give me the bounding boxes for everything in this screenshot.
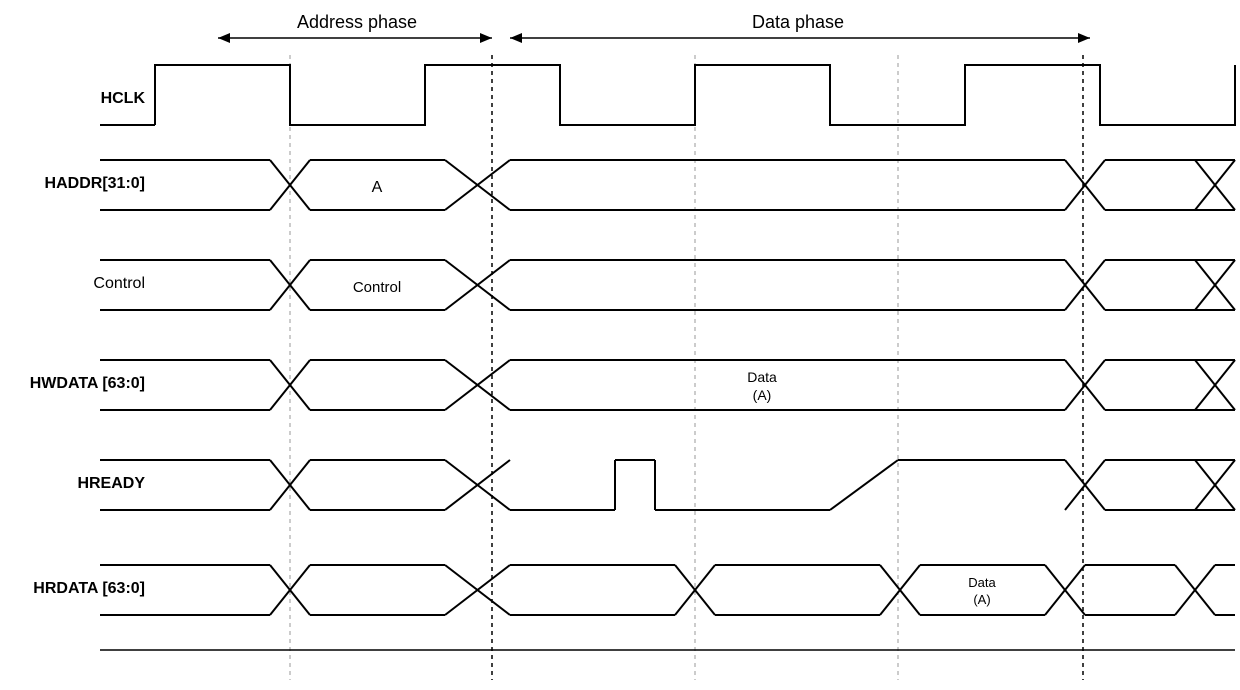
control-label: Control [93,275,145,292]
hready-label: HREADY [77,475,145,492]
haddr-label: HADDR[31:0] [45,175,145,192]
address-phase-label: Address phase [297,12,417,32]
control-value: Control [353,279,401,296]
haddr-value: A [372,179,383,196]
hrdata-label: HRDATA [63:0] [33,580,145,597]
hwdata-value-line1: Data [747,369,777,385]
hwdata-label: HWDATA [63:0] [30,375,145,392]
hwdata-value-line2: (A) [753,387,772,403]
hclk-label: HCLK [101,90,146,107]
hrdata-value-line1: Data [968,575,996,590]
timing-diagram: Address phase Data phase HCLK HADDR[31:0… [0,0,1240,690]
hrdata-value-line2: (A) [973,592,990,607]
data-phase-label: Data phase [752,12,844,32]
